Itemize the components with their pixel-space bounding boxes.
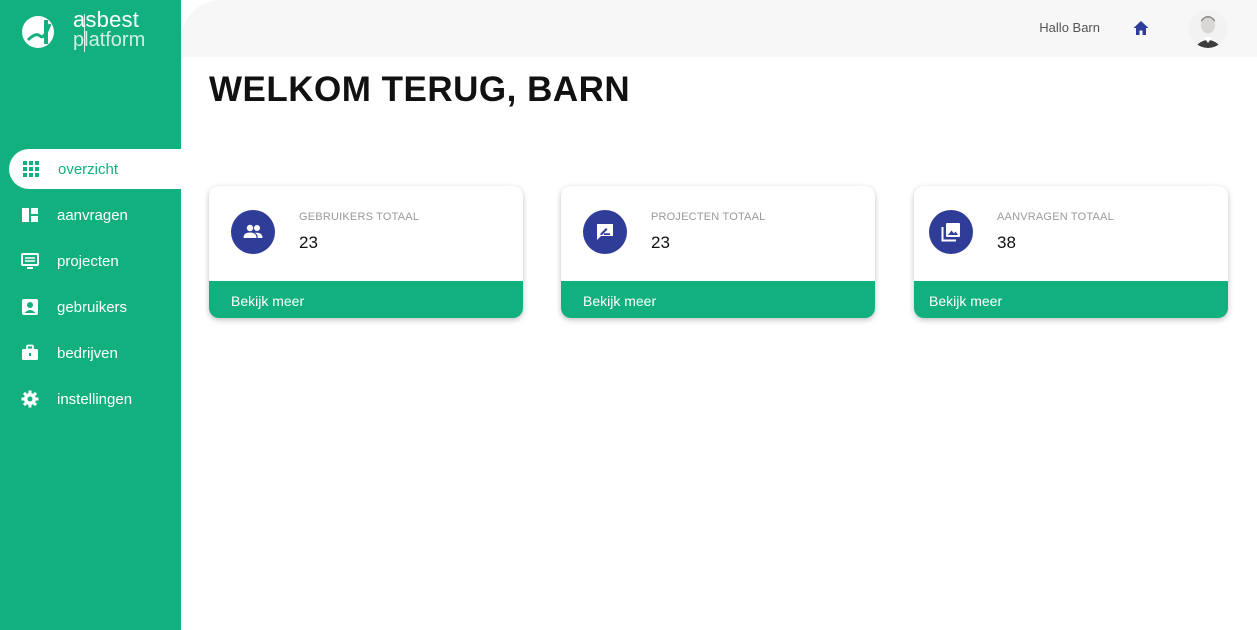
sidebar-item-label: aanvragen [57, 206, 128, 224]
card-label: PROJECTEN TOTAAL [651, 211, 766, 223]
sidebar-item-label: instellingen [57, 390, 133, 408]
briefcase-icon [21, 344, 39, 362]
grid-icon [22, 160, 40, 178]
rate-review-icon [583, 210, 627, 254]
card-label: GEBRUIKERS TOTAAL [299, 211, 420, 223]
sidebar: asbest platform overzicht aanvragen proj… [0, 0, 181, 630]
page-title: WELKOM TERUG, BARN [209, 70, 631, 109]
logo-text: asbest platform [73, 9, 145, 51]
card-value: 23 [299, 233, 318, 252]
card-label: AANVRAGEN TOTAAL [997, 211, 1114, 223]
card-value: 38 [997, 233, 1016, 252]
card-link-bekijk-meer[interactable]: Bekijk meer [914, 281, 1228, 318]
sidebar-item-label: gebruikers [57, 298, 128, 316]
logo-line-1: asbest [73, 7, 140, 32]
home-icon[interactable] [1132, 19, 1150, 37]
sidebar-item-projecten[interactable]: projecten [0, 241, 181, 281]
sidebar-item-bedrijven[interactable]: bedrijven [0, 333, 181, 373]
top-bar: Hallo Barn [181, 0, 1257, 57]
user-avatar[interactable] [1189, 10, 1227, 48]
card-link-bekijk-meer[interactable]: Bekijk meer [561, 281, 875, 318]
logo-line-2: platform [73, 29, 146, 51]
card-link-bekijk-meer[interactable]: Bekijk meer [209, 281, 523, 318]
stat-card-projecten: PROJECTEN TOTAAL 23 Bekijk meer [561, 186, 875, 318]
sidebar-item-label: overzicht [58, 160, 119, 178]
sidebar-item-overzicht[interactable]: overzicht [9, 149, 181, 189]
logo-mark-icon [22, 16, 54, 48]
stat-card-gebruikers: GEBRUIKERS TOTAAL 23 Bekijk meer [209, 186, 523, 318]
brand-logo[interactable]: asbest platform [20, 9, 170, 56]
sidebar-item-gebruikers[interactable]: gebruikers [0, 287, 181, 327]
contact-card-icon [21, 298, 39, 316]
users-icon [231, 210, 275, 254]
sidebar-item-label: bedrijven [57, 344, 118, 362]
user-greeting: Hallo Barn [1039, 20, 1100, 35]
gear-icon [21, 390, 39, 408]
monitor-icon [21, 252, 39, 270]
dashboard-icon [21, 206, 39, 224]
stat-card-aanvragen: AANVRAGEN TOTAAL 38 Bekijk meer [914, 186, 1228, 318]
card-value: 23 [651, 233, 670, 252]
photo-library-icon [929, 210, 973, 254]
sidebar-item-instellingen[interactable]: instellingen [0, 379, 181, 419]
sidebar-nav: overzicht aanvragen projecten gebruikers… [0, 149, 181, 425]
sidebar-item-label: projecten [57, 252, 119, 270]
sidebar-item-aanvragen[interactable]: aanvragen [0, 195, 181, 235]
